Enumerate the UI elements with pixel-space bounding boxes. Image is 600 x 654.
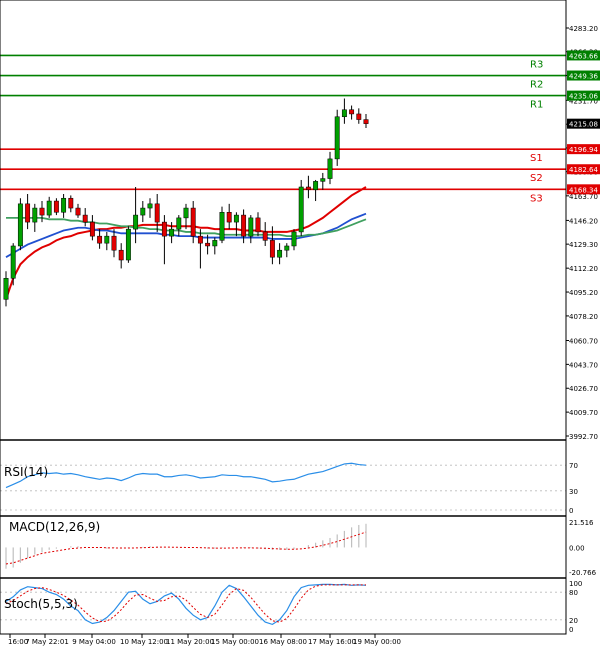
current-price-label: 4215.08 (569, 121, 598, 129)
price-tick-label: 4129.30 (569, 241, 598, 249)
time-tick-label: 16 May 08:00 (259, 638, 307, 646)
candle-body (241, 214, 247, 237)
candle-body (334, 116, 340, 160)
candle-body (269, 240, 275, 258)
level-price-label: 4196.94 (569, 146, 598, 154)
candle-body (75, 207, 81, 216)
time-tick-label: 7 May 22:01 (25, 638, 69, 646)
rsi-tick-label: 0 (569, 507, 573, 515)
rsi-label: RSI(14) (4, 465, 48, 479)
candle-body (104, 235, 110, 244)
candle-body (349, 109, 355, 115)
candle-body (190, 207, 196, 237)
level-price-label: 4235.06 (569, 93, 598, 101)
candle-body (147, 203, 153, 209)
chart-background (0, 0, 600, 650)
candle-body (277, 249, 283, 258)
level-name-s3: S3 (530, 193, 543, 204)
level-price-label: 4168.34 (569, 186, 598, 194)
candle-body (262, 231, 268, 241)
candle-body (32, 207, 38, 223)
time-tick-label: 17 May 16:00 (308, 638, 356, 646)
macd-tick-label: -20.766 (569, 569, 597, 577)
candle-body (226, 212, 232, 223)
candle-body (356, 113, 362, 120)
candle-body (298, 186, 304, 233)
level-price-label: 4182.64 (569, 166, 598, 174)
candle-body (10, 245, 16, 279)
level-name-r1: R1 (530, 100, 543, 111)
candle-body (46, 200, 52, 216)
time-tick-label: 15 May 00:00 (211, 638, 259, 646)
candle-body (363, 119, 369, 124)
macd-tick-label: 21.516 (569, 519, 594, 527)
level-name-s1: S1 (530, 153, 543, 164)
candle-body (125, 228, 131, 261)
candle-body (197, 235, 203, 244)
candle-body (248, 217, 254, 237)
candle-body (169, 228, 175, 237)
price-tick-label: 4095.20 (569, 289, 598, 297)
price-tick-label: 4283.20 (569, 25, 598, 33)
price-tick-label: 3992.70 (569, 433, 598, 441)
candle-body (212, 240, 218, 247)
candle-body (183, 207, 189, 219)
candle-body (341, 109, 347, 118)
candle-body (291, 231, 297, 247)
candle-body (82, 214, 88, 223)
candle-body (327, 158, 333, 179)
price-tick-label: 4009.70 (569, 409, 598, 417)
stoch-tick-label: 0 (569, 626, 573, 634)
candle-body (3, 278, 9, 300)
candle-body (205, 242, 211, 247)
level-name-s2: S2 (530, 173, 543, 184)
level-name-r2: R2 (530, 80, 543, 91)
candle-body (118, 249, 124, 261)
stoch-tick-label: 80 (569, 589, 578, 597)
rsi-tick-label: 70 (569, 462, 578, 470)
candle-body (111, 235, 117, 251)
candle-body (320, 178, 326, 182)
price-tick-label: 4112.20 (569, 265, 598, 273)
candle-body (140, 207, 146, 216)
candle-body (17, 203, 23, 247)
time-tick-label: 19 May 00:00 (353, 638, 401, 646)
level-price-label: 4249.36 (569, 73, 598, 81)
candle-body (39, 207, 45, 216)
candle-body (53, 200, 59, 213)
time-tick-label: 9 May 04:00 (72, 638, 116, 646)
price-tick-label: 4146.20 (569, 217, 598, 225)
level-name-r3: R3 (530, 59, 543, 70)
macd-label: MACD(12,26,9) (9, 520, 100, 534)
time-tick-label: 11 May 20:00 (166, 638, 214, 646)
price-tick-label: 4060.70 (569, 337, 598, 345)
price-tick-label: 4078.20 (569, 313, 598, 321)
candle-body (89, 221, 95, 237)
candle-body (68, 197, 74, 209)
chart-svg: 4283.204266.304249.404231.704214.704197.… (0, 0, 600, 650)
stoch-tick-label: 20 (569, 617, 578, 625)
time-tick-label: 10 May 12:00 (120, 638, 168, 646)
candle-body (305, 186, 311, 191)
chart-root: 4283.204266.304249.404231.704214.704197.… (0, 0, 600, 650)
stoch-tick-label: 100 (569, 580, 582, 588)
candle-body (61, 197, 67, 213)
candle-body (133, 214, 139, 230)
candle-body (284, 245, 290, 251)
macd-tick-label: 0.00 (569, 544, 585, 552)
stoch-label: Stoch(5,5,3) (4, 597, 78, 611)
candle-body (154, 203, 160, 223)
candle-body (161, 221, 167, 237)
price-tick-label: 4026.70 (569, 385, 598, 393)
candle-body (25, 203, 31, 223)
candle-body (255, 217, 261, 233)
candle-body (97, 235, 103, 244)
candle-body (233, 214, 239, 223)
candle-body (176, 217, 182, 230)
level-price-label: 4263.66 (569, 52, 598, 60)
rsi-tick-label: 30 (569, 488, 578, 496)
candle-body (313, 181, 319, 191)
candle-body (219, 212, 225, 241)
price-tick-label: 4043.70 (569, 361, 598, 369)
